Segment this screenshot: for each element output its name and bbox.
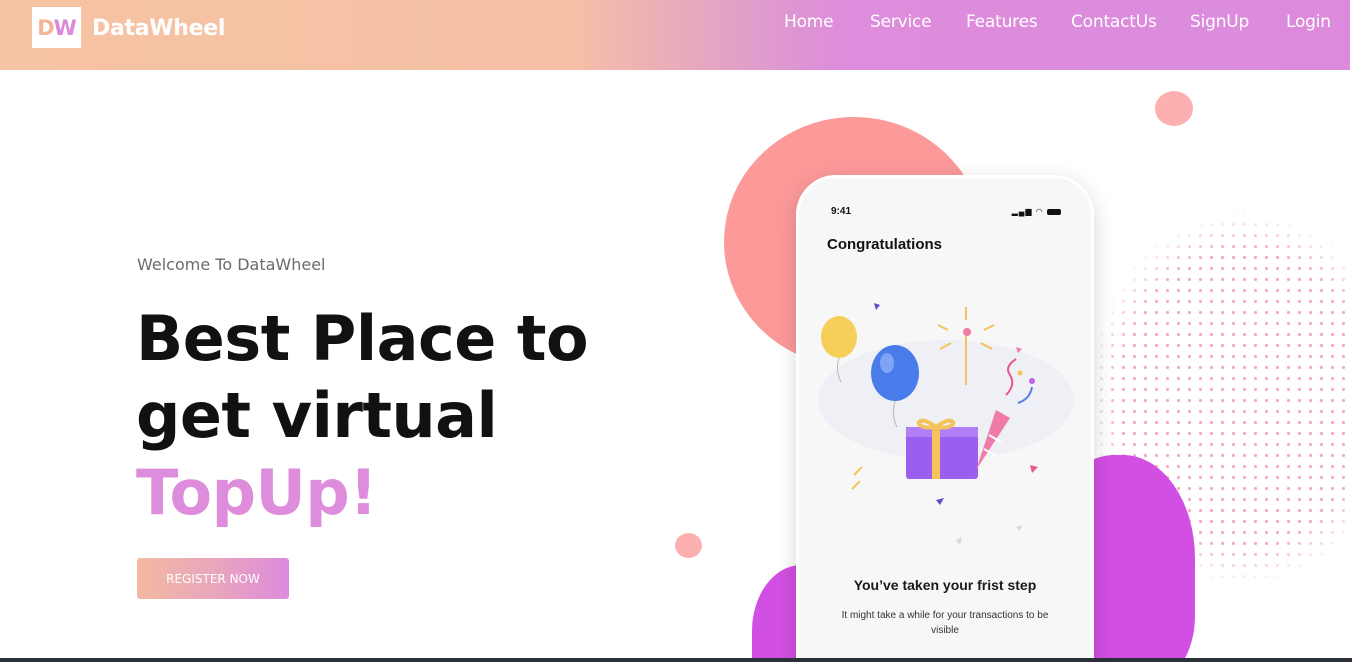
nav-service[interactable]: Service <box>870 12 932 32</box>
step-title: You’ve taken your frist step <box>853 577 1037 593</box>
logo-letter-w: W <box>53 15 77 40</box>
welcome-text: Welcome To DataWheel <box>137 255 326 274</box>
congrats-title: Congratulations <box>827 236 942 253</box>
small-coral-circle <box>1155 91 1193 126</box>
bottom-edge-bar <box>0 658 1352 662</box>
phone-mockup: 9:41 ▂▄▆ ◠ Congratulations You’ve taken … <box>796 175 1094 662</box>
battery-icon <box>1047 208 1061 215</box>
nav-login[interactable]: Login <box>1286 12 1331 32</box>
top-navbar: DW DataWheel Home Service Features Conta… <box>0 0 1350 70</box>
nav-signup[interactable]: SignUp <box>1190 12 1249 32</box>
nav-home[interactable]: Home <box>784 12 834 32</box>
headline-accent: TopUp! <box>136 456 378 529</box>
logo-letter-d: D <box>37 15 54 40</box>
headline-line-2: get virtual <box>136 379 498 452</box>
logo[interactable]: DW <box>32 7 81 48</box>
headline-line-1: Best Place to <box>136 302 589 375</box>
nav-features[interactable]: Features <box>966 12 1038 32</box>
small-coral-circle <box>675 533 702 558</box>
hero-headline: Best Place to get virtual TopUp! <box>136 300 616 531</box>
wifi-icon: ◠ <box>1035 207 1044 216</box>
status-time: 9:41 <box>831 206 852 217</box>
step-subtitle: It might take a while for your transacti… <box>841 610 1049 636</box>
status-icons: ▂▄▆ ◠ <box>1012 207 1061 216</box>
signal-icon: ▂▄▆ <box>1011 207 1033 216</box>
gift-box-icon <box>906 418 978 479</box>
gift-celebration-illustration <box>818 303 1074 545</box>
nav-contactus[interactable]: ContactUs <box>1071 12 1157 32</box>
brand-name[interactable]: DataWheel <box>92 16 225 41</box>
register-now-button[interactable]: REGISTER NOW <box>137 558 289 599</box>
